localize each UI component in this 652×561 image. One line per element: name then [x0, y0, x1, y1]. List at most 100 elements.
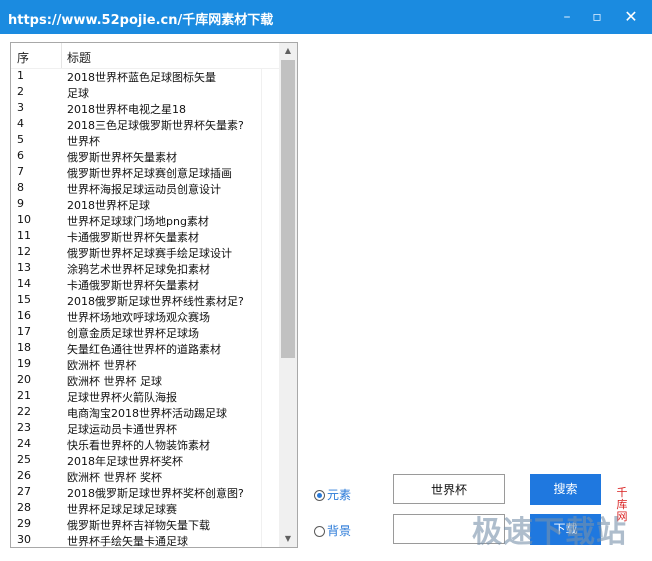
- row-divider: [261, 308, 262, 324]
- row-index: 10: [17, 213, 31, 226]
- row-divider: [261, 116, 262, 132]
- close-icon[interactable]: ✕: [620, 7, 642, 27]
- table-row[interactable]: 30 世界杯手绘矢量卡通足球: [11, 532, 279, 548]
- row-index: 13: [17, 261, 31, 274]
- radio-background[interactable]: 背景: [314, 522, 351, 539]
- row-index: 12: [17, 245, 31, 258]
- row-divider: [261, 196, 262, 212]
- table-row[interactable]: 5 世界杯: [11, 132, 279, 148]
- search-input[interactable]: 世界杯: [393, 474, 505, 504]
- row-index: 14: [17, 277, 31, 290]
- row-title: 创意金质足球世界杯足球场: [67, 327, 199, 340]
- column-header-index[interactable]: 序: [17, 49, 29, 66]
- window-title: https://www.52pojie.cn/千库网素材下载: [8, 13, 274, 28]
- vertical-scrollbar[interactable]: ▲ ▼: [279, 43, 297, 547]
- minimize-icon[interactable]: –: [556, 7, 578, 27]
- table-row[interactable]: 21 足球世界杯火箭队海报: [11, 388, 279, 404]
- column-header-title[interactable]: 标题: [67, 49, 91, 66]
- table-row[interactable]: 26 欧洲杯 世界杯 奖杯: [11, 468, 279, 484]
- row-divider: [261, 356, 262, 372]
- row-index: 17: [17, 325, 31, 338]
- result-list[interactable]: 序 标题 1 2018世界杯蓝色足球图标矢量 2 足球 3 2018世界杯电视之星18 4 2…: [10, 42, 298, 548]
- row-index: 21: [17, 389, 31, 402]
- row-title: 俄罗斯世界杯足球赛手绘足球设计: [67, 247, 232, 260]
- table-row[interactable]: 1 2018世界杯蓝色足球图标矢量: [11, 68, 279, 84]
- table-row[interactable]: 17 创意金质足球世界杯足球场: [11, 324, 279, 340]
- row-index: 9: [17, 197, 24, 210]
- table-row[interactable]: 27 2018俄罗斯足球世界杯奖杯创意图?: [11, 484, 279, 500]
- table-row[interactable]: 15 2018俄罗斯足球世界杯线性素材足?: [11, 292, 279, 308]
- scroll-down-icon[interactable]: ▼: [279, 531, 297, 547]
- row-index: 25: [17, 453, 31, 466]
- row-index: 6: [17, 149, 24, 162]
- table-row[interactable]: 22 电商淘宝2018世界杯活动踢足球: [11, 404, 279, 420]
- table-row[interactable]: 13 涂鸦艺术世界杯足球免扣素材: [11, 260, 279, 276]
- row-index: 11: [17, 229, 31, 242]
- table-row[interactable]: 11 卡通俄罗斯世界杯矢量素材: [11, 228, 279, 244]
- row-divider: [261, 276, 262, 292]
- row-index: 5: [17, 133, 24, 146]
- list-header: 序 标题: [11, 43, 279, 69]
- table-row[interactable]: 14 卡通俄罗斯世界杯矢量素材: [11, 276, 279, 292]
- table-row[interactable]: 10 世界杯足球球门场地png素材: [11, 212, 279, 228]
- row-title: 足球世界杯火箭队海报: [67, 391, 177, 404]
- table-row[interactable]: 18 矢量红色通往世界杯的道路素材: [11, 340, 279, 356]
- table-row[interactable]: 25 2018年足球世界杯奖杯: [11, 452, 279, 468]
- row-divider: [261, 212, 262, 228]
- column-divider: [61, 43, 62, 68]
- row-title: 电商淘宝2018世界杯活动踢足球: [67, 407, 227, 420]
- radio-element-dot[interactable]: [314, 490, 325, 501]
- table-row[interactable]: 19 欧洲杯 世界杯: [11, 356, 279, 372]
- scroll-up-icon[interactable]: ▲: [279, 43, 297, 59]
- table-row[interactable]: 20 欧洲杯 世界杯 足球: [11, 372, 279, 388]
- row-index: 1: [17, 69, 24, 82]
- row-title: 世界杯海报足球运动员创意设计: [67, 183, 221, 196]
- row-divider: [261, 292, 262, 308]
- row-divider: [261, 260, 262, 276]
- row-title: 世界杯足球足球足球赛: [67, 503, 177, 516]
- row-divider: [261, 500, 262, 516]
- radio-background-dot[interactable]: [314, 526, 325, 537]
- table-row[interactable]: 6 俄罗斯世界杯矢量素材: [11, 148, 279, 164]
- table-row[interactable]: 12 俄罗斯世界杯足球赛手绘足球设计: [11, 244, 279, 260]
- row-index: 16: [17, 309, 31, 322]
- table-row[interactable]: 23 足球运动员卡通世界杯: [11, 420, 279, 436]
- row-index: 28: [17, 501, 31, 514]
- table-row[interactable]: 7 俄罗斯世界杯足球赛创意足球插画: [11, 164, 279, 180]
- radio-background-label: 背景: [327, 524, 352, 538]
- row-title: 俄罗斯世界杯足球赛创意足球插画: [67, 167, 232, 180]
- row-index: 3: [17, 101, 24, 114]
- row-divider: [261, 324, 262, 340]
- row-title: 世界杯手绘矢量卡通足球: [67, 535, 188, 548]
- row-divider: [261, 244, 262, 260]
- row-title: 足球运动员卡通世界杯: [67, 423, 177, 436]
- table-row[interactable]: 3 2018世界杯电视之星18: [11, 100, 279, 116]
- table-row[interactable]: 24 快乐看世界杯的人物装饰素材: [11, 436, 279, 452]
- row-divider: [261, 340, 262, 356]
- row-index: 8: [17, 181, 24, 194]
- table-row[interactable]: 29 俄罗斯世界杯吉祥物矢量下载: [11, 516, 279, 532]
- radio-element-label: 元素: [327, 488, 352, 502]
- row-divider: [261, 180, 262, 196]
- row-index: 30: [17, 533, 31, 546]
- table-row[interactable]: 2 足球: [11, 84, 279, 100]
- row-index: 29: [17, 517, 31, 530]
- table-row[interactable]: 28 世界杯足球足球足球赛: [11, 500, 279, 516]
- row-divider: [261, 420, 262, 436]
- row-title: 2018俄罗斯足球世界杯线性素材足?: [67, 295, 244, 308]
- radio-element[interactable]: 元素: [314, 486, 351, 503]
- scrollbar-thumb[interactable]: [281, 60, 295, 358]
- table-row[interactable]: 9 2018世界杯足球: [11, 196, 279, 212]
- table-row[interactable]: 8 世界杯海报足球运动员创意设计: [11, 180, 279, 196]
- row-divider: [261, 132, 262, 148]
- table-row[interactable]: 16 世界杯场地欢呼球场观众赛场: [11, 308, 279, 324]
- watermark: 极速下载站: [472, 515, 627, 550]
- list-rows: 1 2018世界杯蓝色足球图标矢量 2 足球 3 2018世界杯电视之星18 4 2018三色…: [11, 68, 279, 548]
- search-button[interactable]: 搜索: [530, 474, 601, 505]
- row-index: 4: [17, 117, 24, 130]
- row-divider: [261, 516, 262, 532]
- row-index: 26: [17, 469, 31, 482]
- row-divider: [261, 404, 262, 420]
- table-row[interactable]: 4 2018三色足球俄罗斯世界杯矢量素?: [11, 116, 279, 132]
- maximize-icon[interactable]: ▫: [586, 7, 608, 27]
